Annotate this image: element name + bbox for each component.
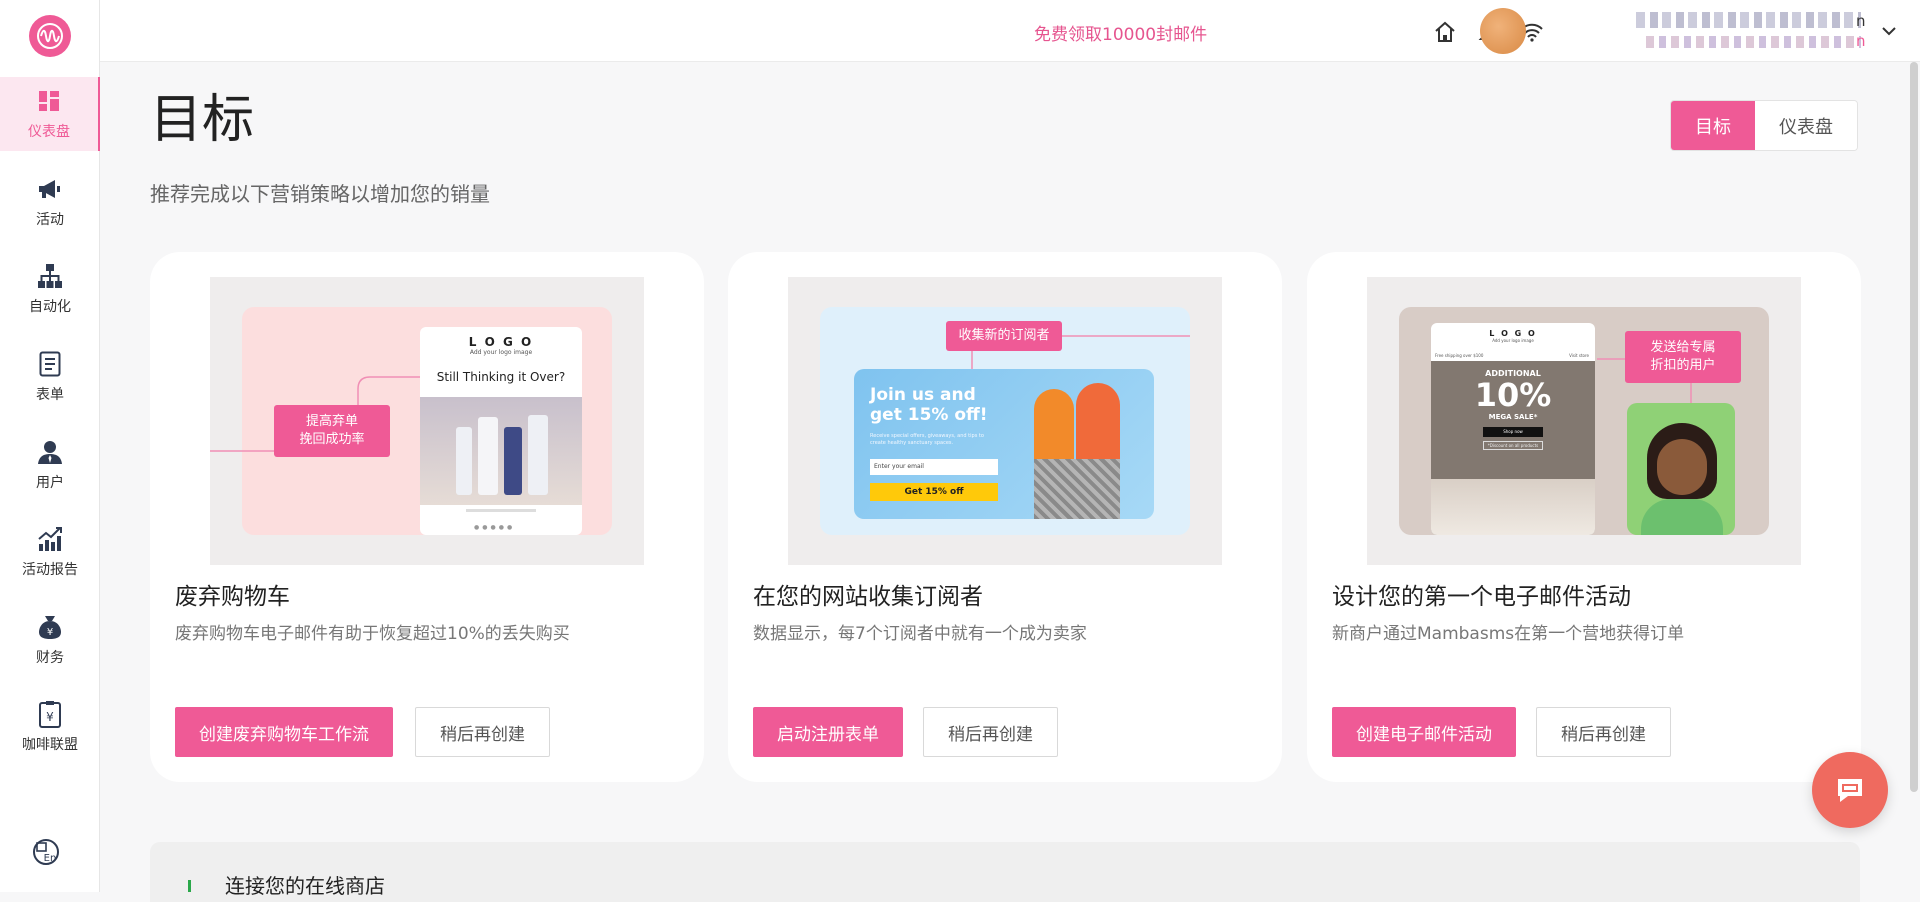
send-discount-tag: 发送给专属 折扣的用户 bbox=[1625, 331, 1741, 383]
preview-free-shipping: Free shipping over $100 bbox=[1435, 353, 1484, 358]
promo-mega-sale: MEGA SALE* bbox=[1488, 413, 1538, 422]
card-first-email-campaign: 发送给专属 折扣的用户 L O G O Add your logo image … bbox=[1307, 252, 1861, 782]
card-description: 废弃购物车电子邮件有助于恢复超过10%的丢失购买 bbox=[175, 624, 570, 644]
start-signup-form-button[interactable]: 启动注册表单 bbox=[753, 707, 903, 757]
promo-shop-now: Shop now bbox=[1483, 427, 1543, 438]
tag-text: 发送给专属 折扣的用户 bbox=[1650, 340, 1716, 373]
top-bar bbox=[100, 0, 1920, 62]
tag-text: 提高弃单 挽回成功率 bbox=[299, 414, 365, 447]
user-email-redacted bbox=[1646, 36, 1861, 48]
toggle-goals-button[interactable]: 目标 bbox=[1671, 101, 1755, 150]
preview-logo-sub: Add your logo image bbox=[469, 349, 533, 356]
chat-button[interactable] bbox=[1812, 752, 1888, 828]
dashboard-icon bbox=[35, 87, 63, 115]
room-photo bbox=[1431, 479, 1595, 535]
sidebar-item-label: 咖啡联盟 bbox=[22, 737, 78, 753]
promo-percent: 10% bbox=[1474, 376, 1552, 414]
svg-text:¥: ¥ bbox=[46, 710, 54, 724]
connect-store-title: 连接您的在线商店 bbox=[225, 874, 385, 898]
sidebar-item-finance[interactable]: ¥ 财务 bbox=[0, 603, 100, 677]
user-email-suffix: n bbox=[1856, 32, 1866, 50]
preview-logo-text: L O G O bbox=[468, 335, 534, 349]
store-status-icon bbox=[188, 880, 200, 892]
user-name-redacted bbox=[1636, 12, 1861, 28]
language-switch-icon[interactable]: En bbox=[30, 836, 62, 868]
create-later-button[interactable]: 稍后再创建 bbox=[415, 707, 550, 757]
user-name-suffix: n bbox=[1856, 12, 1866, 30]
sidebar-item-users[interactable]: 用户 bbox=[0, 428, 100, 502]
create-later-button[interactable]: 稍后再创建 bbox=[1536, 707, 1671, 757]
toggle-dashboard-button[interactable]: 仪表盘 bbox=[1755, 101, 1857, 150]
page-title: 目标 bbox=[150, 90, 255, 150]
sidebar-item-affiliate[interactable]: ¥ 咖啡联盟 bbox=[0, 690, 100, 764]
sidebar-item-campaigns[interactable]: 活动 bbox=[0, 165, 100, 239]
chevron-down-icon[interactable] bbox=[1880, 22, 1898, 40]
home-icon[interactable] bbox=[1432, 19, 1458, 45]
money-bag-icon: ¥ bbox=[36, 613, 64, 641]
card-description: 新商户通过Mambasms在第一个营地获得订单 bbox=[1332, 624, 1685, 644]
promo-block: ADDITIONAL 10% MEGA SALE* Shop now *Disc… bbox=[1431, 361, 1595, 535]
brand-logo[interactable] bbox=[29, 15, 71, 57]
avatar[interactable] bbox=[1480, 8, 1526, 54]
email-preview: L O G O Add your logo image Free shippin… bbox=[1431, 323, 1595, 535]
subscribers-illustration: 收集新的订阅者 Join us and get 15% off! Receive… bbox=[788, 277, 1222, 565]
sidebar-item-label: 活动报告 bbox=[22, 562, 78, 578]
preview-logo-sub: Add your logo image bbox=[1492, 338, 1534, 343]
clipboard-yen-icon: ¥ bbox=[36, 700, 64, 728]
card-title: 设计您的第一个电子邮件活动 bbox=[1332, 584, 1631, 610]
connect-store-panel bbox=[150, 842, 1860, 902]
signup-popup: Join us and get 15% off! Receive special… bbox=[854, 369, 1154, 519]
promo-disclaimer: *Discount on all products bbox=[1483, 441, 1543, 451]
card-abandoned-cart: 提高弃单 挽回成功率 L O G O Add your logo image S… bbox=[150, 252, 704, 782]
card-title: 废弃购物车 bbox=[175, 584, 290, 610]
email-preview: L O G O Add your logo image Still Thinki… bbox=[420, 327, 582, 535]
user-icon bbox=[36, 438, 64, 466]
popup-small-text: Receive special offers, giveaways, and t… bbox=[870, 433, 984, 446]
create-later-button[interactable]: 稍后再创建 bbox=[923, 707, 1058, 757]
email-campaign-illustration: 发送给专属 折扣的用户 L O G O Add your logo image … bbox=[1367, 277, 1801, 565]
svg-text:En: En bbox=[44, 853, 57, 864]
preview-visit-store: Visit store bbox=[1569, 353, 1589, 358]
view-toggle: 目标 仪表盘 bbox=[1670, 100, 1858, 151]
create-email-campaign-button[interactable]: 创建电子邮件活动 bbox=[1332, 707, 1516, 757]
improve-recovery-tag: 提高弃单 挽回成功率 bbox=[274, 405, 390, 457]
popup-heading: Join us and get 15% off! bbox=[870, 385, 988, 426]
collect-subscribers-tag: 收集新的订阅者 bbox=[946, 321, 1062, 351]
popup-cta: Get 15% off bbox=[870, 483, 998, 501]
preview-heading: Still Thinking it Over? bbox=[436, 370, 566, 384]
card-title: 在您的网站收集订阅者 bbox=[753, 584, 983, 610]
svg-text:¥: ¥ bbox=[47, 627, 53, 638]
product-photo bbox=[420, 397, 582, 505]
chart-icon bbox=[36, 525, 64, 553]
page-subtitle: 推荐完成以下营销策略以增加您的销量 bbox=[150, 182, 490, 206]
hierarchy-icon bbox=[36, 262, 64, 290]
sidebar-item-label: 自动化 bbox=[29, 299, 71, 315]
create-abandoned-cart-workflow-button[interactable]: 创建废弃购物车工作流 bbox=[175, 707, 393, 757]
sidebar-item-dashboard[interactable]: 仪表盘 bbox=[0, 77, 100, 151]
sidebar: 仪表盘 活动 自动化 表单 用户 活动报告 ¥ 财务 ¥ 咖啡联盟 En bbox=[0, 0, 100, 892]
wave-logo-icon bbox=[37, 23, 63, 49]
model-pants bbox=[1034, 459, 1120, 519]
sidebar-item-label: 表单 bbox=[36, 387, 64, 403]
megaphone-icon bbox=[36, 175, 64, 203]
card-description: 数据显示，每7个订阅者中就有一个成为卖家 bbox=[753, 624, 1087, 644]
preview-logo-text: L O G O bbox=[1489, 329, 1537, 338]
sidebar-item-label: 活动 bbox=[36, 212, 64, 228]
sidebar-item-label: 财务 bbox=[36, 650, 64, 666]
sidebar-item-automation[interactable]: 自动化 bbox=[0, 252, 100, 326]
sidebar-item-forms[interactable]: 表单 bbox=[0, 340, 100, 414]
vertical-scrollbar[interactable] bbox=[1910, 62, 1918, 792]
free-emails-promo-link[interactable]: 免费领取10000封邮件 bbox=[1034, 20, 1207, 45]
form-icon bbox=[36, 350, 64, 378]
abandoned-cart-illustration: 提高弃单 挽回成功率 L O G O Add your logo image S… bbox=[210, 277, 644, 565]
sidebar-item-reports[interactable]: 活动报告 bbox=[0, 515, 100, 589]
avatar-character-card bbox=[1627, 403, 1735, 535]
popup-email-field: Enter your email bbox=[870, 459, 998, 475]
sidebar-item-label: 用户 bbox=[36, 475, 64, 491]
chat-bubble-icon bbox=[1838, 779, 1862, 802]
sidebar-item-label: 仪表盘 bbox=[28, 124, 70, 140]
card-collect-subscribers: 收集新的订阅者 Join us and get 15% off! Receive… bbox=[728, 252, 1282, 782]
